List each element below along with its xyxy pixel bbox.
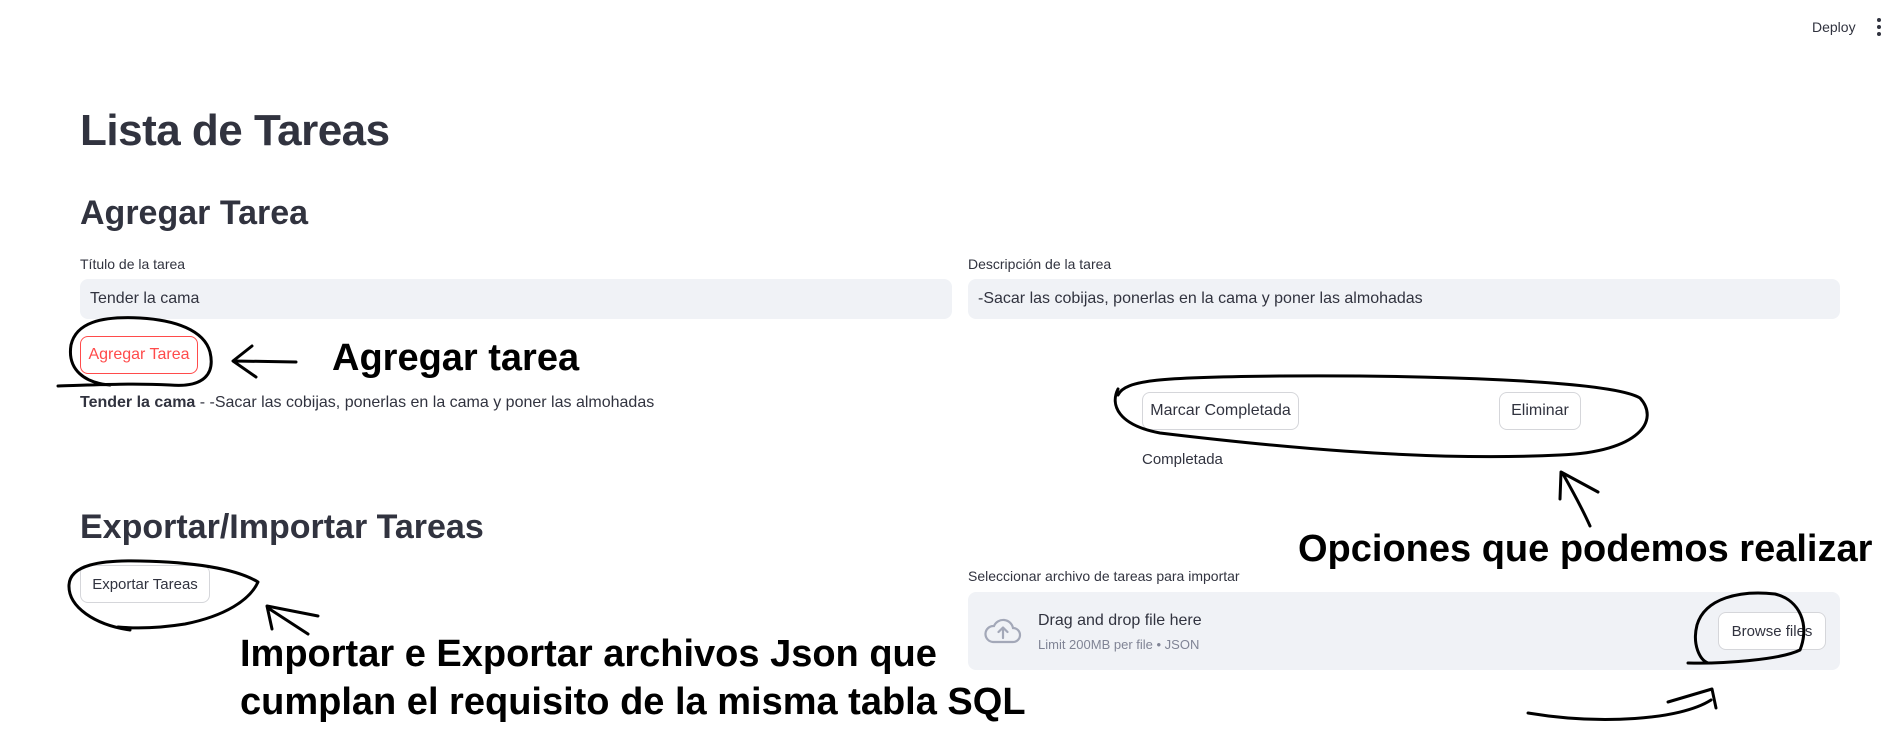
dropzone-limit: Limit 200MB per file • JSON bbox=[1038, 637, 1200, 652]
mark-complete-button[interactable]: Marcar Completada bbox=[1142, 392, 1299, 430]
dropzone-text: Drag and drop file here bbox=[1038, 612, 1202, 629]
task-item-separator: - bbox=[195, 394, 210, 411]
browse-files-button[interactable]: Browse files bbox=[1718, 612, 1826, 650]
task-description-value: -Sacar las cobijas, ponerlas en la cama … bbox=[978, 290, 1423, 307]
file-dropzone[interactable]: Drag and drop file here Limit 200MB per … bbox=[968, 592, 1840, 670]
annotation-json-line2: cumplan el requisito de la misma tabla S… bbox=[240, 681, 1026, 723]
import-file-label: Seleccionar archivo de tareas para impor… bbox=[968, 568, 1240, 584]
task-item-title: Tender la cama bbox=[80, 394, 196, 411]
delete-button[interactable]: Eliminar bbox=[1499, 392, 1581, 430]
annotation-options: Opciones que podemos realizar bbox=[1298, 528, 1873, 570]
task-item: Tender la cama - -Sacar las cobijas, pon… bbox=[80, 394, 654, 412]
export-import-heading: Exportar/Importar Tareas bbox=[80, 508, 484, 546]
task-description-label: Descripción de la tarea bbox=[968, 256, 1112, 272]
task-title-input[interactable]: Tender la cama bbox=[80, 279, 952, 319]
task-description-input[interactable]: -Sacar las cobijas, ponerlas en la cama … bbox=[968, 279, 1840, 319]
arrow-to-browse-button bbox=[1526, 687, 1718, 721]
task-item-description: -Sacar las cobijas, ponerlas en la cama … bbox=[209, 394, 655, 411]
export-tasks-button[interactable]: Exportar Tareas bbox=[80, 565, 210, 603]
annotation-add-task: Agregar tarea bbox=[332, 337, 580, 379]
task-status: Completada bbox=[1142, 451, 1223, 468]
task-title-value: Tender la cama bbox=[90, 290, 200, 307]
kebab-menu-icon[interactable] bbox=[1876, 18, 1882, 36]
deploy-button[interactable]: Deploy bbox=[1812, 19, 1856, 35]
add-task-button[interactable]: Agregar Tarea bbox=[80, 336, 198, 374]
page-title: Lista de Tareas bbox=[80, 106, 390, 155]
arrow-to-actions bbox=[1558, 470, 1600, 528]
annotation-json: Importar e Exportar archivos Json que cu… bbox=[240, 630, 1026, 726]
annotation-json-line1: Importar e Exportar archivos Json que bbox=[240, 633, 937, 675]
task-title-label: Título de la tarea bbox=[80, 256, 186, 272]
add-task-heading: Agregar Tarea bbox=[80, 194, 309, 232]
arrow-to-add-button bbox=[231, 344, 298, 379]
